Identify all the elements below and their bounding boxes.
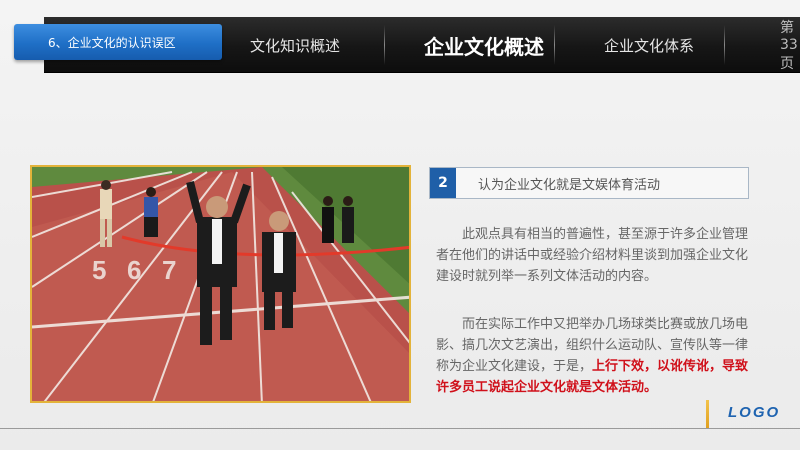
race-finish-illustration: 5 6 7 — [32, 167, 409, 401]
paragraph-1: 此观点具有相当的普遍性，甚至源于许多企业管理者在他们的讲话中或经验介绍材料里谈到… — [436, 227, 749, 284]
nav-item-culture-system[interactable]: 企业文化体系 — [574, 17, 724, 73]
company-logo: LOGO — [728, 404, 781, 421]
paragraph-2: 而在实际工作中又把举办几场球类比赛或放几场电影、搞几次文艺演出，组织什么运动队、… — [436, 314, 754, 398]
page-number: 第 33 页 — [780, 20, 798, 72]
lane-number: 6 — [127, 255, 141, 285]
nav-divider — [554, 25, 555, 65]
footer-rule — [0, 428, 800, 429]
nav-item-corporate-culture-overview[interactable]: 企业文化概述 — [394, 17, 574, 73]
footer-accent-bar — [706, 400, 709, 428]
slide: 文化知识概述 企业文化概述 企业文化体系 第 33 页 6、企业文化的认识误区 — [0, 0, 800, 450]
nav-divider — [384, 25, 385, 65]
section-heading: 2 认为企业文化就是文娱体育活动 — [429, 167, 749, 199]
race-finish-photo: 5 6 7 — [30, 165, 411, 403]
section-number-badge: 2 — [430, 168, 456, 198]
nav-divider — [724, 25, 725, 65]
nav-item-culture-knowledge[interactable]: 文化知识概述 — [220, 17, 370, 73]
lane-number: 5 — [92, 255, 106, 285]
section-title: 认为企业文化就是文娱体育活动 — [478, 177, 661, 193]
active-section-tab[interactable]: 6、企业文化的认识误区 — [14, 24, 222, 60]
lane-number: 7 — [162, 255, 176, 285]
